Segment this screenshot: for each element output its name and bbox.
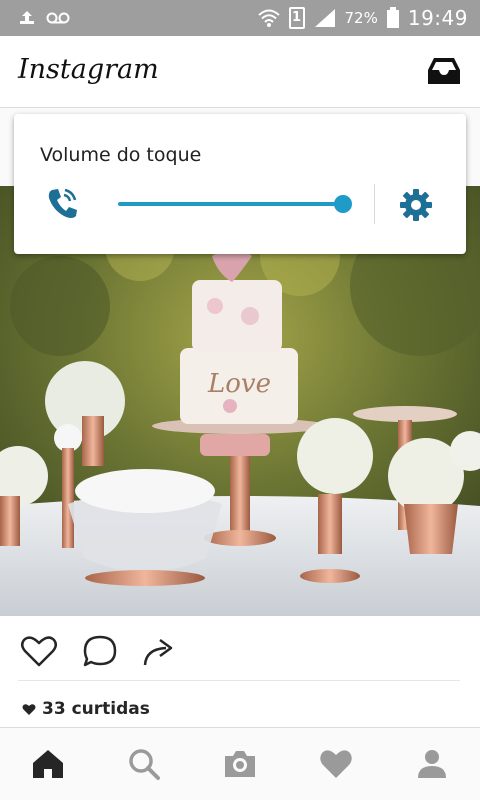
likes-row[interactable]: 33 curtidas	[0, 681, 480, 727]
battery-percent: 72%	[344, 9, 378, 27]
svg-text:Love: Love	[207, 369, 271, 399]
comment-icon[interactable]	[82, 634, 118, 668]
volume-slider-track[interactable]	[118, 202, 344, 206]
sim-icon: 1	[288, 7, 305, 29]
app-header: Instagram	[0, 36, 480, 108]
volume-popup: Volume do toque	[14, 114, 466, 254]
ringer-phone-icon[interactable]	[46, 186, 78, 220]
bottom-nav	[0, 727, 480, 800]
search-icon[interactable]	[126, 746, 162, 782]
post-actions	[0, 616, 480, 686]
home-icon[interactable]	[30, 746, 66, 782]
status-bar: 1 72% 19:49	[0, 0, 480, 36]
share-arrow-icon[interactable]	[140, 636, 178, 668]
heart-outline-icon[interactable]	[20, 634, 58, 668]
settings-gear-icon[interactable]	[398, 187, 434, 223]
instagram-logo: Instagram	[18, 54, 159, 85]
likes-count[interactable]: 33 curtidas	[42, 699, 150, 719]
volume-slider-thumb[interactable]	[334, 195, 352, 213]
signal-icon	[314, 9, 335, 27]
camera-icon[interactable]	[222, 746, 258, 782]
clock: 19:49	[407, 6, 468, 30]
volume-title: Volume do toque	[40, 144, 202, 166]
heart-icon[interactable]	[318, 746, 354, 782]
usb-icon	[20, 11, 34, 24]
voicemail-icon	[46, 12, 70, 24]
profile-icon[interactable]	[414, 746, 450, 782]
divider	[374, 184, 375, 224]
heart-filled-icon	[22, 704, 36, 715]
battery-icon	[386, 7, 399, 28]
wifi-icon	[257, 9, 280, 27]
inbox-icon[interactable]	[426, 56, 462, 86]
